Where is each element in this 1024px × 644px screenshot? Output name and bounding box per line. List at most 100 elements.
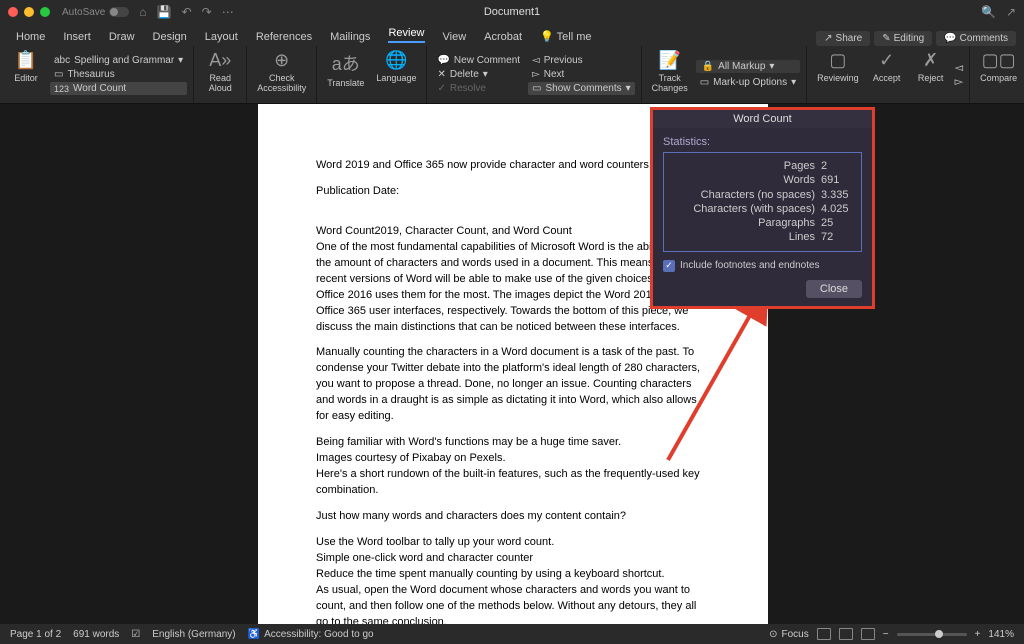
- tab-view[interactable]: View: [435, 28, 475, 46]
- accessibility-button[interactable]: ⊕Check Accessibility: [253, 48, 310, 101]
- wordcount-button[interactable]: 123Word Count: [50, 82, 187, 95]
- x-icon: ✕: [437, 69, 445, 80]
- chars-nospace-value: 3.335: [821, 188, 853, 202]
- para: Just how many words and characters does …: [316, 509, 710, 525]
- focus-mode[interactable]: ⊙ Focus: [769, 629, 809, 640]
- language-button[interactable]: 🌐Language: [372, 48, 420, 101]
- dialog-title: Word Count: [653, 110, 872, 128]
- include-checkbox[interactable]: ✓ Include footnotes and endnotes: [663, 260, 862, 272]
- save-icon[interactable]: 💾: [157, 5, 172, 19]
- prev-icon: ◅: [532, 55, 540, 66]
- spellcheck-status[interactable]: ☑: [131, 629, 140, 640]
- delete-button[interactable]: ✕Delete ▾: [433, 68, 524, 81]
- editor-button[interactable]: 📋Editor: [6, 48, 46, 101]
- titlebar: AutoSave ⌂ 💾 ↶ ↷ ⋯ Document1 🔍 ↗: [0, 0, 1024, 24]
- prev-change-icon[interactable]: ◅: [955, 61, 963, 74]
- share-titlebar-icon[interactable]: ↗: [1006, 5, 1016, 19]
- markup-dropdown[interactable]: 🔒 All Markup ▾: [696, 60, 800, 73]
- tab-references[interactable]: References: [248, 28, 320, 46]
- autosave-label: AutoSave: [62, 7, 105, 18]
- next-button[interactable]: ▻Next: [528, 68, 635, 81]
- translate-button[interactable]: aあTranslate: [323, 48, 368, 101]
- check-icon: abc: [54, 55, 70, 66]
- count-icon: 123: [54, 84, 69, 94]
- reviewing-icon: ▢: [829, 50, 846, 71]
- speaker-icon: A»: [209, 50, 231, 71]
- spelling-button[interactable]: abcSpelling and Grammar ▾: [50, 54, 187, 67]
- paragraphs-label: Paragraphs: [758, 216, 815, 230]
- editing-button[interactable]: ✎ Editing: [874, 31, 932, 46]
- tab-mailings[interactable]: Mailings: [322, 28, 378, 46]
- book-icon: ▭: [54, 69, 63, 80]
- next-change-icon[interactable]: ▻: [955, 75, 963, 88]
- tab-review[interactable]: Review: [380, 24, 432, 46]
- resolve-button[interactable]: ✓Resolve: [433, 82, 524, 95]
- window-controls: [8, 7, 50, 17]
- wordcount-dialog: Word Count Statistics: Pages2 Words691 C…: [650, 107, 875, 309]
- accept-button[interactable]: ✓Accept: [867, 48, 907, 101]
- zoom-level[interactable]: 141%: [988, 629, 1014, 640]
- more-icon[interactable]: ⋯: [222, 5, 234, 19]
- ribbon: 📋Editor abcSpelling and Grammar ▾ ▭Thesa…: [0, 46, 1024, 104]
- zoom-slider[interactable]: [897, 633, 967, 636]
- view-print-icon[interactable]: [839, 628, 853, 640]
- compare-button[interactable]: ▢▢Compare: [976, 48, 1021, 101]
- pages-value: 2: [821, 159, 853, 173]
- zoom-out[interactable]: −: [883, 629, 889, 640]
- next-icon: ▻: [532, 69, 540, 80]
- tab-insert[interactable]: Insert: [55, 28, 99, 46]
- para: Use the Word toolbar to tally up your wo…: [316, 535, 710, 551]
- redo-icon[interactable]: ↷: [202, 5, 212, 19]
- view-read-icon[interactable]: [817, 628, 831, 640]
- tab-acrobat[interactable]: Acrobat: [476, 28, 530, 46]
- share-button[interactable]: ↗ Share: [816, 31, 870, 46]
- tab-home[interactable]: Home: [8, 28, 53, 46]
- undo-icon[interactable]: ↶: [182, 5, 192, 19]
- reject-button[interactable]: ✗Reject: [911, 48, 951, 101]
- tab-tellme[interactable]: 💡 Tell me: [532, 27, 599, 46]
- para: Being familiar with Word's functions may…: [316, 435, 710, 451]
- markupoptions-button[interactable]: ▭ Mark-up Options ▾: [696, 76, 800, 89]
- tab-design[interactable]: Design: [145, 28, 195, 46]
- comments-button[interactable]: 💬 Comments: [936, 31, 1016, 46]
- para: Simple one-click word and character coun…: [316, 551, 710, 567]
- lines-value: 72: [821, 230, 853, 244]
- words-value: 691: [821, 173, 853, 187]
- check-icon: ✓: [437, 83, 445, 94]
- para: As usual, open the Word document whose c…: [316, 583, 710, 624]
- home-icon[interactable]: ⌂: [139, 5, 146, 19]
- view-web-icon[interactable]: [861, 628, 875, 640]
- showcomments-button[interactable]: ▭Show Comments ▾: [528, 82, 635, 95]
- chars-space-label: Characters (with spaces): [693, 202, 815, 216]
- newcomment-button[interactable]: 💬New Comment: [433, 54, 524, 67]
- include-label: Include footnotes and endnotes: [680, 260, 820, 271]
- translate-icon: aあ: [332, 50, 360, 76]
- globe-icon: 🌐: [385, 50, 407, 71]
- page-status[interactable]: Page 1 of 2: [10, 629, 61, 640]
- thesaurus-button[interactable]: ▭Thesaurus: [50, 68, 187, 81]
- language-status[interactable]: English (Germany): [152, 629, 235, 640]
- tab-draw[interactable]: Draw: [101, 28, 143, 46]
- autosave-switch[interactable]: [109, 7, 129, 17]
- close-button[interactable]: Close: [806, 280, 862, 298]
- zoom-in[interactable]: +: [975, 629, 981, 640]
- minimize-window[interactable]: [24, 7, 34, 17]
- search-icon[interactable]: 🔍: [981, 5, 996, 19]
- previous-button[interactable]: ◅Previous: [528, 54, 635, 67]
- statistics-label: Statistics:: [663, 136, 862, 148]
- words-status[interactable]: 691 words: [73, 629, 119, 640]
- accessibility-status[interactable]: ♿ Accessibility: Good to go: [248, 629, 374, 640]
- document-title: Document1: [484, 6, 540, 18]
- zoom-window[interactable]: [40, 7, 50, 17]
- tab-layout[interactable]: Layout: [197, 28, 246, 46]
- para: Reduce the time spent manually counting …: [316, 567, 710, 583]
- editor-icon: 📋: [15, 50, 37, 71]
- reviewing-button[interactable]: ▢Reviewing: [813, 48, 863, 101]
- words-label: Words: [783, 173, 815, 187]
- readaloud-button[interactable]: A»Read Aloud: [200, 48, 240, 101]
- comments-icon: ▭: [532, 83, 541, 94]
- status-bar: Page 1 of 2 691 words ☑ English (Germany…: [0, 624, 1024, 644]
- close-window[interactable]: [8, 7, 18, 17]
- trackchanges-button[interactable]: 📝Track Changes: [648, 48, 692, 101]
- autosave-toggle[interactable]: AutoSave: [62, 7, 129, 18]
